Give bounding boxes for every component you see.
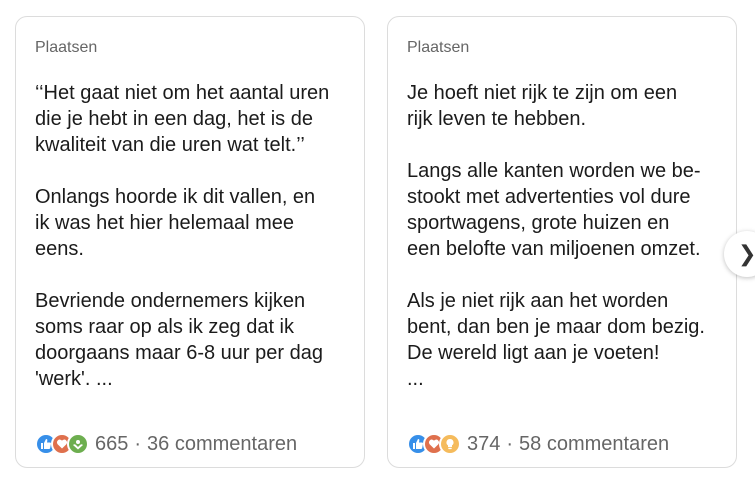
insightful-icon [439,433,461,455]
post-paragraph: Je hoeft niet rijk te zijn om een rijk l… [407,82,678,130]
post-paragraph: Bevriende ondernemers kijken soms raar o… [35,290,323,390]
reaction-icons [407,433,461,455]
post-text: ‘‘Het gaat niet om het aantal uren die j… [35,80,350,392]
separator: · [134,432,142,455]
post-paragraph: ‘‘Het gaat niet om het aantal uren die j… [35,82,330,156]
post-paragraph: Langs alle kanten worden we be- stookt m… [407,160,701,260]
post-card[interactable]: Plaatsen Je hoeft niet rijk te zijn om e… [387,16,737,468]
card-label: Plaatsen [35,39,98,56]
comment-count[interactable]: 36 commentaren [147,433,297,456]
post-card[interactable]: Plaatsen ‘‘Het gaat niet om het aantal u… [15,16,365,468]
social-counts[interactable]: 374 · 58 commentaren [407,431,669,457]
reaction-count[interactable]: 665 [95,433,128,456]
separator: · [506,432,514,455]
reaction-icons [35,433,89,455]
chevron-right-icon: ❯ [738,241,755,266]
post-paragraph: Onlangs hoorde ik dit vallen, en ik was … [35,186,316,260]
post-text: Je hoeft niet rijk te zijn om een rijk l… [407,80,722,392]
social-counts[interactable]: 665 · 36 commentaren [35,431,297,457]
support-icon [67,433,89,455]
card-label: Plaatsen [407,39,470,56]
comment-count[interactable]: 58 commentaren [519,433,669,456]
reaction-count[interactable]: 374 [467,433,500,456]
post-paragraph: Als je niet rijk aan het worden bent, da… [407,290,705,390]
carousel: Plaatsen ‘‘Het gaat niet om het aantal u… [0,0,755,485]
